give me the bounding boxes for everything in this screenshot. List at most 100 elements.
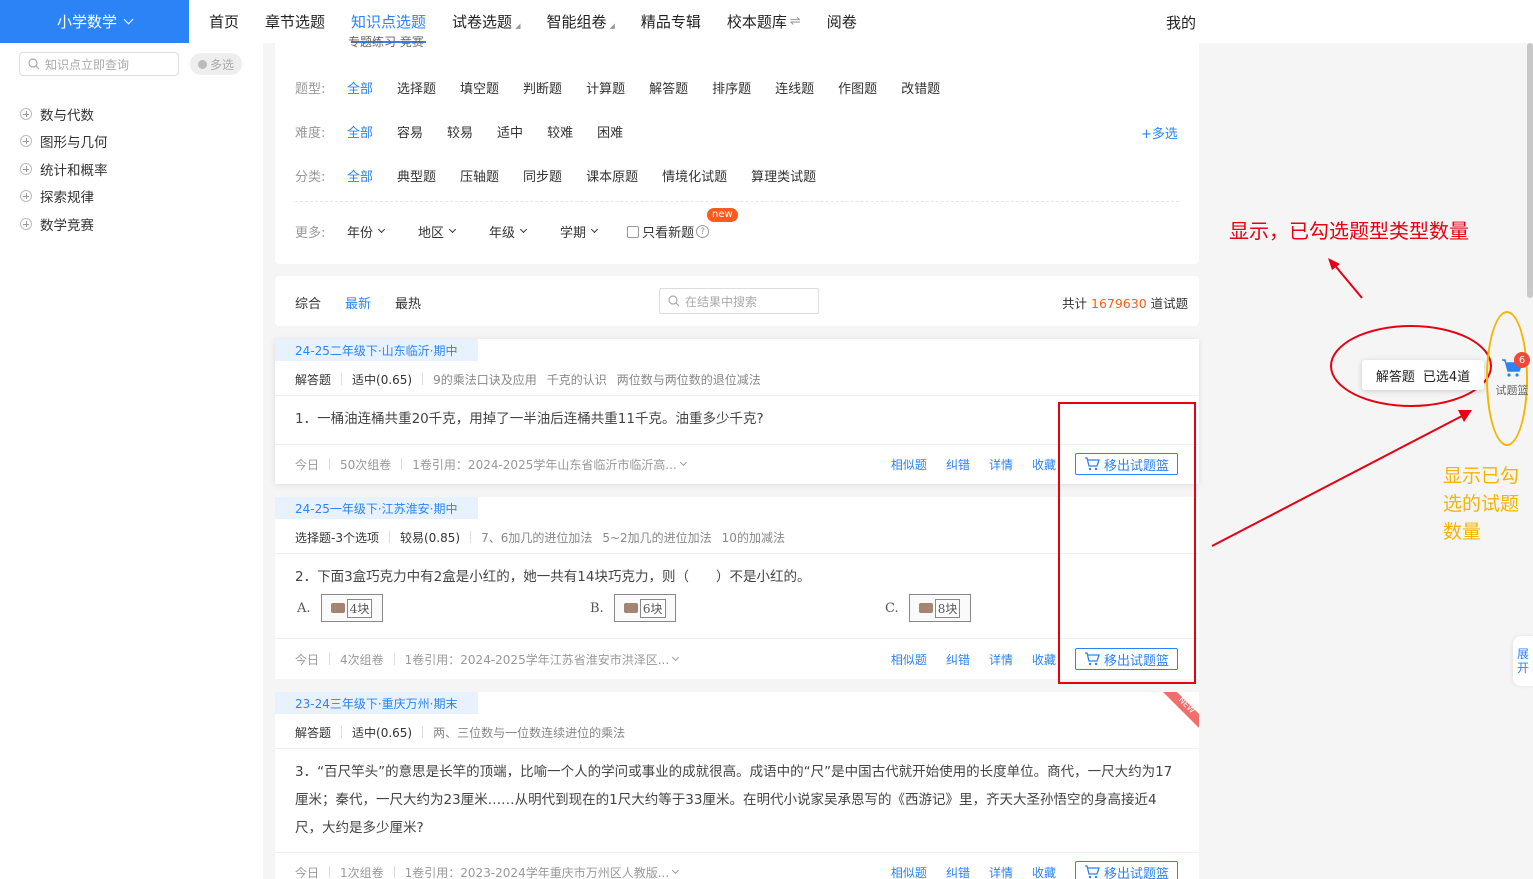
help-icon[interactable]: ? <box>696 225 710 238</box>
favorite-button[interactable]: 收藏 <box>1032 651 1056 668</box>
correct-button[interactable]: 纠错 <box>946 456 970 473</box>
filter-option[interactable]: 判断题 <box>523 78 562 97</box>
paper-reference[interactable]: 1卷引用：2024-2025学年山东省临沂市临沂高... <box>412 456 677 473</box>
knowledge-point[interactable]: 7、6加几的进位加法 <box>481 529 592 546</box>
multi-select-toggle[interactable]: 多选 <box>190 53 242 75</box>
filter-option[interactable]: 适中 <box>497 122 523 141</box>
expand-panel-tab[interactable]: 展 开 <box>1513 636 1533 686</box>
knowledge-point[interactable]: 10的加减法 <box>722 529 785 546</box>
chevron-down-icon[interactable] <box>672 653 680 661</box>
filter-option[interactable]: 典型题 <box>397 166 436 185</box>
question-stem[interactable]: 1．一桶油连桶共重20千克，用掉了一半油后连桶共重11千克。油重多少千克? <box>295 405 1179 433</box>
similar-button[interactable]: 相似题 <box>891 456 927 473</box>
filter-option[interactable]: 作图题 <box>838 78 877 97</box>
tree-item[interactable]: 数与代数 <box>20 100 108 128</box>
grade-dropdown[interactable]: 年级 <box>489 222 528 241</box>
tree-item[interactable]: 探索规律 <box>20 183 108 211</box>
question-stem[interactable]: 2．下面3盒巧克力中有2盒是小红的，她一共有14块巧克力，则（ ）不是小红的。 <box>295 563 1179 591</box>
filter-option[interactable]: 计算题 <box>586 78 625 97</box>
nav-premium[interactable]: 精品专辑 <box>641 11 701 32</box>
term-dropdown[interactable]: 学期 <box>560 222 599 241</box>
filter-option[interactable]: 连线题 <box>775 78 814 97</box>
filter-option[interactable]: 全部 <box>347 122 373 141</box>
filter-row-more: 更多: 年份 地区 年级 学期 只看新题? <box>295 222 710 241</box>
question-source[interactable]: 24-25二年级下·山东临沂·期中 <box>275 339 478 361</box>
knowledge-point[interactable]: 两、三位数与一位数连续进位的乘法 <box>433 724 625 741</box>
detail-button[interactable]: 详情 <box>989 651 1013 668</box>
chevron-down-icon[interactable] <box>672 866 680 874</box>
question-source[interactable]: 23-24三年级下·重庆万州·期末 <box>275 692 478 714</box>
filter-option[interactable]: 压轴题 <box>460 166 499 185</box>
filter-option[interactable]: 困难 <box>597 122 623 141</box>
tree-item[interactable]: 图形与几何 <box>20 128 108 156</box>
sort-hottest[interactable]: 最热 <box>395 293 421 312</box>
paper-reference[interactable]: 1卷引用：2023-2024学年重庆市万州区人教版... <box>405 864 670 879</box>
remove-from-basket-button[interactable]: 移出试题篮 <box>1074 861 1178 879</box>
annotation-yellow-text: 显示已勾选的试题数量 <box>1443 465 1520 543</box>
checkbox-icon[interactable] <box>627 225 640 238</box>
tree-item[interactable]: 统计和概率 <box>20 155 108 183</box>
expand-plus-icon[interactable] <box>20 162 32 175</box>
nav-marking[interactable]: 阅卷 <box>827 11 857 32</box>
chevron-down-icon[interactable] <box>679 458 687 466</box>
filter-option[interactable]: 改错题 <box>901 78 940 97</box>
nav-chapter[interactable]: 章节选题 <box>265 11 325 32</box>
expand-plus-icon[interactable] <box>20 107 32 120</box>
nav-smart-compose[interactable]: 智能组卷 ◢ <box>546 11 614 32</box>
filter-option[interactable]: 较难 <box>547 122 573 141</box>
paper-reference[interactable]: 1卷引用：2024-2025学年江苏省淮安市洪泽区... <box>405 651 670 668</box>
filter-option[interactable]: 排序题 <box>712 78 751 97</box>
year-dropdown[interactable]: 年份 <box>347 222 386 241</box>
knowledge-point[interactable]: 千克的认识 <box>547 371 607 388</box>
corner-triangle-icon: ◢ <box>609 21 615 30</box>
similar-button[interactable]: 相似题 <box>891 864 927 879</box>
sort-latest[interactable]: 最新 <box>345 293 371 312</box>
difficulty-multi-select[interactable]: +多选 <box>1141 123 1178 142</box>
expand-plus-icon[interactable] <box>20 135 32 148</box>
nav-school-bank[interactable]: 校本题库 ⇌ <box>727 11 801 32</box>
filter-option[interactable]: 容易 <box>397 122 423 141</box>
question-basket[interactable]: 6 试题篮 <box>1494 352 1530 398</box>
question-stem[interactable]: 3．“百尺竿头”的意思是长竿的顶端，比喻一个人的学问或事业的成就很高。成语中的“… <box>295 758 1179 842</box>
region-dropdown[interactable]: 地区 <box>418 222 457 241</box>
correct-button[interactable]: 纠错 <box>946 864 970 879</box>
filter-option[interactable]: 算理类试题 <box>751 166 816 185</box>
result-search-input[interactable]: 在结果中搜索 <box>659 288 819 314</box>
option-c[interactable]: C. 8块 <box>885 594 971 622</box>
filter-option[interactable]: 解答题 <box>649 78 688 97</box>
similar-button[interactable]: 相似题 <box>891 651 927 668</box>
nav-knowledge[interactable]: 知识点选题 <box>351 11 427 43</box>
filter-option[interactable]: 填空题 <box>460 78 499 97</box>
nav-home[interactable]: 首页 <box>209 11 239 32</box>
subject-switcher[interactable]: 小学数学 <box>0 0 189 43</box>
question-source[interactable]: 24-25一年级下·江苏淮安·期中 <box>275 497 478 519</box>
detail-button[interactable]: 详情 <box>989 456 1013 473</box>
detail-button[interactable]: 详情 <box>989 864 1013 879</box>
tree-item[interactable]: 数学竞赛 <box>20 210 108 238</box>
knowledge-search-input[interactable]: 知识点立即查询 <box>19 52 179 76</box>
knowledge-point[interactable]: 两位数与两位数的退位减法 <box>617 371 761 388</box>
expand-plus-icon[interactable] <box>20 190 32 203</box>
only-new-checkbox[interactable]: 只看新题? <box>627 222 710 241</box>
expand-plus-icon[interactable] <box>20 217 32 230</box>
filter-option[interactable]: 全部 <box>347 78 373 97</box>
nav-paper[interactable]: 试卷选题 ◢ <box>452 11 520 32</box>
nav-mine[interactable]: 我的 <box>1166 12 1196 33</box>
option-text: 4块 <box>346 598 373 618</box>
knowledge-point[interactable]: 9的乘法口诀及应用 <box>433 371 537 388</box>
filter-option[interactable]: 同步题 <box>523 166 562 185</box>
sort-comprehensive[interactable]: 综合 <box>295 293 321 312</box>
filter-option[interactable]: 全部 <box>347 166 373 185</box>
filter-option[interactable]: 较易 <box>447 122 473 141</box>
favorite-button[interactable]: 收藏 <box>1032 456 1056 473</box>
knowledge-point[interactable]: 5~2加几的进位加法 <box>602 529 711 546</box>
option-a[interactable]: A. 4块 <box>297 594 383 622</box>
filter-option[interactable]: 情境化试题 <box>662 166 727 185</box>
page-scrollbar[interactable] <box>1527 43 1533 298</box>
favorite-button[interactable]: 收藏 <box>1032 864 1056 879</box>
filter-row-type: 题型: 全部 选择题 填空题 判断题 计算题 解答题 排序题 连线题 作图题 改… <box>295 78 964 97</box>
filter-option[interactable]: 课本原题 <box>586 166 638 185</box>
correct-button[interactable]: 纠错 <box>946 651 970 668</box>
filter-option[interactable]: 选择题 <box>397 78 436 97</box>
option-b[interactable]: B. 6块 <box>590 594 676 622</box>
